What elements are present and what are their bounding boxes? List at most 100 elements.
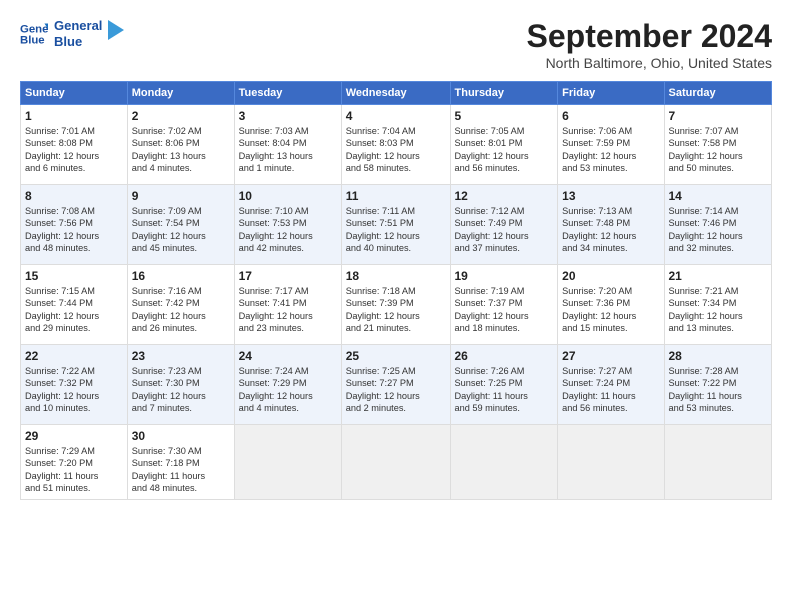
day-info: Sunrise: 7:29 AMSunset: 7:20 PMDaylight:… <box>25 445 123 495</box>
calendar-cell: 16Sunrise: 7:16 AMSunset: 7:42 PMDayligh… <box>127 265 234 345</box>
day-number: 6 <box>562 109 659 123</box>
col-saturday: Saturday <box>664 82 772 105</box>
svg-text:Blue: Blue <box>20 34 45 46</box>
day-info: Sunrise: 7:26 AMSunset: 7:25 PMDaylight:… <box>455 365 554 415</box>
day-info: Sunrise: 7:20 AMSunset: 7:36 PMDaylight:… <box>562 285 659 335</box>
col-sunday: Sunday <box>21 82 128 105</box>
day-number: 28 <box>669 349 768 363</box>
day-number: 17 <box>239 269 337 283</box>
week-row-5: 29 Sunrise: 7:29 AMSunset: 7:20 PMDayligh… <box>21 425 772 500</box>
logo: General Blue General Blue <box>20 18 124 49</box>
day-info: Sunrise: 7:22 AMSunset: 7:32 PMDaylight:… <box>25 365 123 415</box>
day-number: 22 <box>25 349 123 363</box>
col-friday: Friday <box>558 82 664 105</box>
calendar-cell: 4 Sunrise: 7:04 AMSunset: 8:03 PMDaylight… <box>341 105 450 185</box>
day-number: 5 <box>455 109 554 123</box>
day-info: Sunrise: 7:05 AMSunset: 8:01 PMDaylight:… <box>455 125 554 175</box>
day-number: 19 <box>455 269 554 283</box>
day-number: 4 <box>346 109 446 123</box>
day-number: 23 <box>132 349 230 363</box>
day-info: Sunrise: 7:28 AMSunset: 7:22 PMDaylight:… <box>669 365 768 415</box>
day-number: 7 <box>669 109 768 123</box>
day-info: Sunrise: 7:23 AMSunset: 7:30 PMDaylight:… <box>132 365 230 415</box>
calendar-cell: 20 Sunrise: 7:20 AMSunset: 7:36 PMDayligh… <box>558 265 664 345</box>
day-number: 26 <box>455 349 554 363</box>
calendar-cell: 22 Sunrise: 7:22 AMSunset: 7:32 PMDayligh… <box>21 345 128 425</box>
day-number: 16 <box>132 269 230 283</box>
day-info: Sunrise: 7:13 AMSunset: 7:48 PMDaylight:… <box>562 205 659 255</box>
day-number: 9 <box>132 189 230 203</box>
calendar-cell: 17 Sunrise: 7:17 AMSunset: 7:41 PMDayligh… <box>234 265 341 345</box>
calendar-cell: 30 Sunrise: 7:30 AMSunset: 7:18 PMDayligh… <box>127 425 234 500</box>
calendar-cell: 14Sunrise: 7:14 AMSunset: 7:46 PMDayligh… <box>664 185 772 265</box>
location: North Baltimore, Ohio, United States <box>527 55 772 71</box>
day-info: Sunrise: 7:03 AMSunset: 8:04 PMDaylight:… <box>239 125 337 175</box>
day-number: 2 <box>132 109 230 123</box>
day-info: Sunrise: 7:09 AMSunset: 7:54 PMDaylight:… <box>132 205 230 255</box>
calendar-cell <box>341 425 450 500</box>
logo-arrow-icon <box>108 20 124 40</box>
col-tuesday: Tuesday <box>234 82 341 105</box>
day-info: Sunrise: 7:07 AMSunset: 7:58 PMDaylight:… <box>669 125 768 175</box>
day-info: Sunrise: 7:08 AMSunset: 7:56 PMDaylight:… <box>25 205 123 255</box>
day-number: 29 <box>25 429 123 443</box>
calendar-cell: 15Sunrise: 7:15 AMSunset: 7:44 PMDayligh… <box>21 265 128 345</box>
calendar-cell: 24Sunrise: 7:24 AMSunset: 7:29 PMDayligh… <box>234 345 341 425</box>
logo-line2: Blue <box>54 34 102 50</box>
day-number: 20 <box>562 269 659 283</box>
calendar-cell: 26 Sunrise: 7:26 AMSunset: 7:25 PMDayligh… <box>450 345 558 425</box>
calendar-cell <box>558 425 664 500</box>
week-row-2: 8Sunrise: 7:08 AMSunset: 7:56 PMDaylight… <box>21 185 772 265</box>
calendar-cell: 8Sunrise: 7:08 AMSunset: 7:56 PMDaylight… <box>21 185 128 265</box>
logo-icon: General Blue <box>20 20 48 48</box>
calendar-cell: 9 Sunrise: 7:09 AMSunset: 7:54 PMDaylight… <box>127 185 234 265</box>
day-number: 1 <box>25 109 123 123</box>
month-title: September 2024 <box>527 18 772 55</box>
day-info: Sunrise: 7:06 AMSunset: 7:59 PMDaylight:… <box>562 125 659 175</box>
calendar-cell: 19 Sunrise: 7:19 AMSunset: 7:37 PMDayligh… <box>450 265 558 345</box>
day-info: Sunrise: 7:11 AMSunset: 7:51 PMDaylight:… <box>346 205 446 255</box>
day-number: 12 <box>455 189 554 203</box>
day-number: 18 <box>346 269 446 283</box>
title-block: September 2024 North Baltimore, Ohio, Un… <box>527 18 772 71</box>
col-monday: Monday <box>127 82 234 105</box>
header-row: Sunday Monday Tuesday Wednesday Thursday… <box>21 82 772 105</box>
day-number: 10 <box>239 189 337 203</box>
calendar-cell <box>234 425 341 500</box>
day-info: Sunrise: 7:30 AMSunset: 7:18 PMDaylight:… <box>132 445 230 495</box>
calendar-cell: 27Sunrise: 7:27 AMSunset: 7:24 PMDayligh… <box>558 345 664 425</box>
day-number: 25 <box>346 349 446 363</box>
day-number: 15 <box>25 269 123 283</box>
week-row-1: 1 Sunrise: 7:01 AMSunset: 8:08 PMDaylight… <box>21 105 772 185</box>
calendar-cell: 7 Sunrise: 7:07 AMSunset: 7:58 PMDaylight… <box>664 105 772 185</box>
day-info: Sunrise: 7:21 AMSunset: 7:34 PMDaylight:… <box>669 285 768 335</box>
day-number: 30 <box>132 429 230 443</box>
day-number: 3 <box>239 109 337 123</box>
day-info: Sunrise: 7:19 AMSunset: 7:37 PMDaylight:… <box>455 285 554 335</box>
header: General Blue General Blue September 2024… <box>20 18 772 71</box>
calendar-cell <box>450 425 558 500</box>
day-info: Sunrise: 7:02 AMSunset: 8:06 PMDaylight:… <box>132 125 230 175</box>
day-number: 24 <box>239 349 337 363</box>
day-info: Sunrise: 7:17 AMSunset: 7:41 PMDaylight:… <box>239 285 337 335</box>
calendar-cell: 23 Sunrise: 7:23 AMSunset: 7:30 PMDayligh… <box>127 345 234 425</box>
calendar-cell: 25Sunrise: 7:25 AMSunset: 7:27 PMDayligh… <box>341 345 450 425</box>
calendar-cell: 18 Sunrise: 7:18 AMSunset: 7:39 PMDayligh… <box>341 265 450 345</box>
calendar-cell: 2 Sunrise: 7:02 AMSunset: 8:06 PMDaylight… <box>127 105 234 185</box>
calendar-cell: 12 Sunrise: 7:12 AMSunset: 7:49 PMDayligh… <box>450 185 558 265</box>
week-row-3: 15Sunrise: 7:15 AMSunset: 7:44 PMDayligh… <box>21 265 772 345</box>
day-info: Sunrise: 7:04 AMSunset: 8:03 PMDaylight:… <box>346 125 446 175</box>
svg-text:General: General <box>20 23 48 35</box>
calendar-cell: 6 Sunrise: 7:06 AMSunset: 7:59 PMDaylight… <box>558 105 664 185</box>
calendar-cell: 3 Sunrise: 7:03 AMSunset: 8:04 PMDaylight… <box>234 105 341 185</box>
day-number: 21 <box>669 269 768 283</box>
calendar-cell: 29 Sunrise: 7:29 AMSunset: 7:20 PMDayligh… <box>21 425 128 500</box>
day-number: 14 <box>669 189 768 203</box>
day-info: Sunrise: 7:01 AMSunset: 8:08 PMDaylight:… <box>25 125 123 175</box>
calendar-table: Sunday Monday Tuesday Wednesday Thursday… <box>20 81 772 500</box>
day-info: Sunrise: 7:27 AMSunset: 7:24 PMDaylight:… <box>562 365 659 415</box>
day-info: Sunrise: 7:12 AMSunset: 7:49 PMDaylight:… <box>455 205 554 255</box>
day-info: Sunrise: 7:18 AMSunset: 7:39 PMDaylight:… <box>346 285 446 335</box>
day-number: 13 <box>562 189 659 203</box>
calendar-cell: 13 Sunrise: 7:13 AMSunset: 7:48 PMDayligh… <box>558 185 664 265</box>
